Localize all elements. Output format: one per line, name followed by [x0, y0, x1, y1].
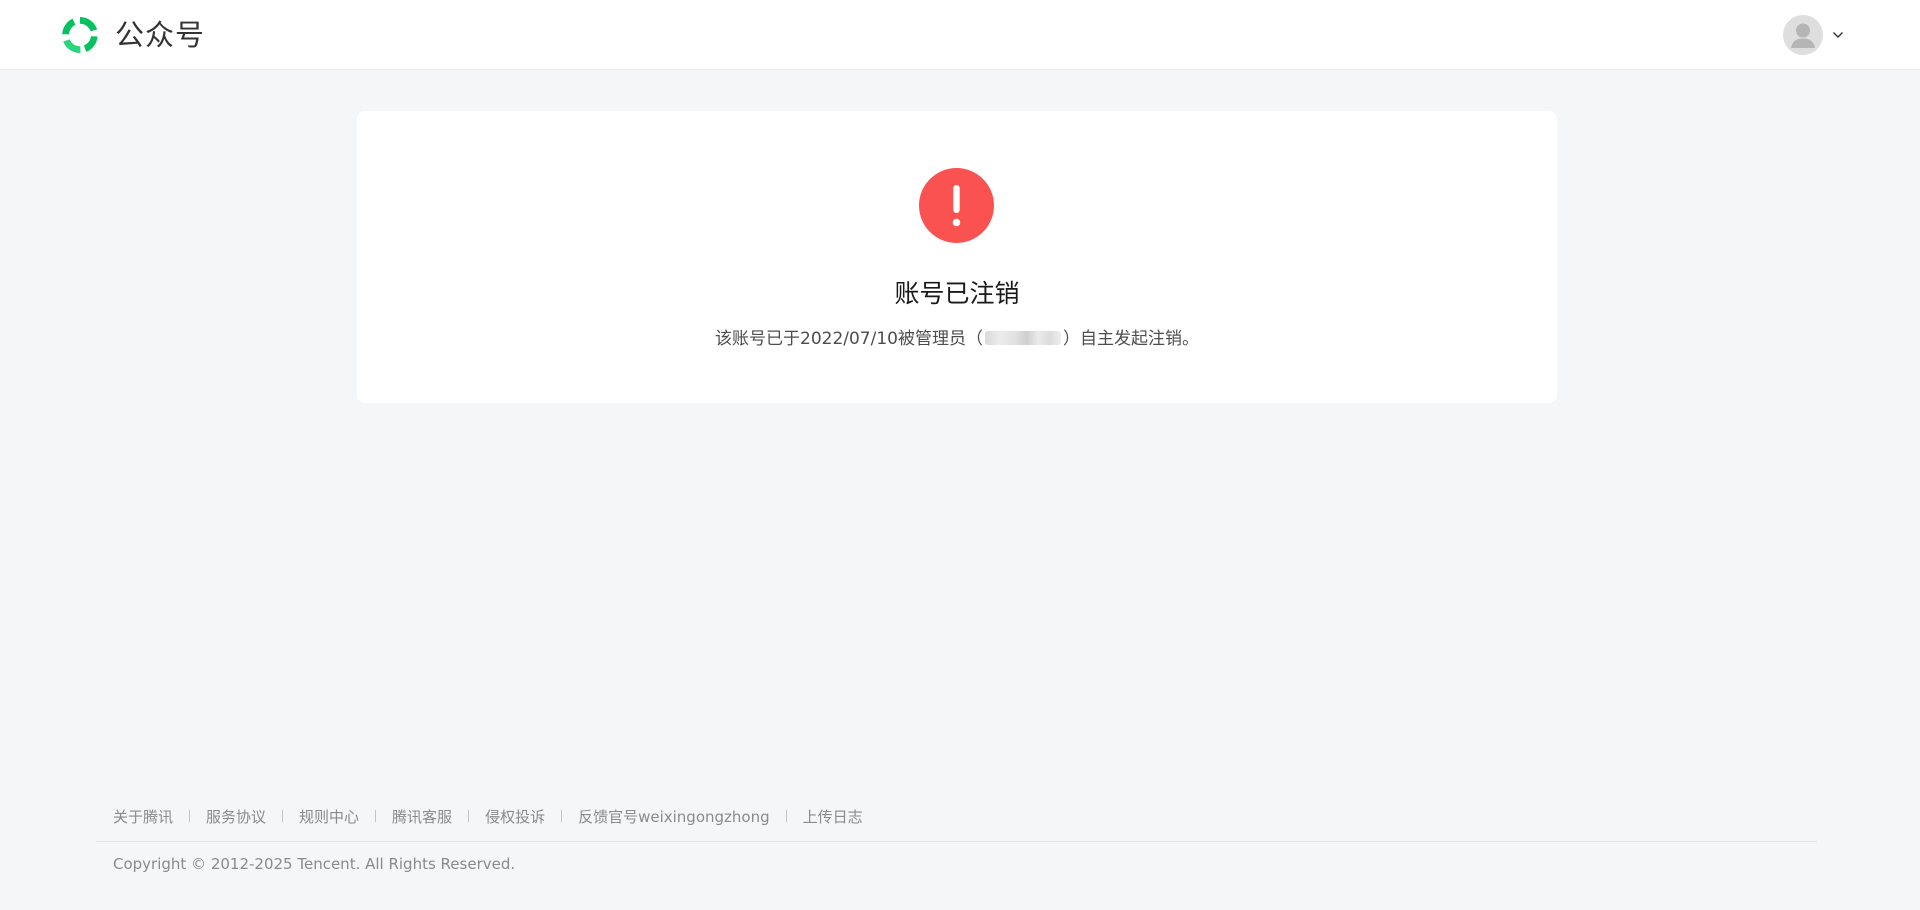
footer-link-customer-service[interactable]: 腾讯客服 [392, 806, 452, 827]
notice-desc-before: 该账号已于2022/07/10被管理员（ [715, 329, 983, 349]
footer-link-service-agreement[interactable]: 服务协议 [206, 806, 266, 827]
footer-link-rules-center[interactable]: 规则中心 [299, 806, 359, 827]
account-menu[interactable] [1783, 15, 1844, 55]
copyright: Copyright © 2012-2025 Tencent. All Right… [113, 855, 516, 873]
weixin-official-account-logo-icon [62, 16, 98, 54]
footer-link-about[interactable]: 关于腾讯 [113, 806, 173, 827]
footer-separator [282, 810, 284, 822]
brand-name: 公众号 [115, 18, 206, 52]
footer-links: 关于腾讯 服务协议 规则中心 腾讯客服 侵权投诉 反馈官号weixingongz… [113, 804, 863, 828]
masked-admin-name [984, 331, 1061, 345]
footer-divider [96, 841, 1817, 842]
notice-title: 账号已注销 [894, 279, 1020, 308]
footer-separator [785, 810, 787, 822]
footer-link-feedback[interactable]: 反馈官号weixingongzhong [578, 806, 770, 827]
user-avatar-icon[interactable] [1783, 15, 1823, 55]
notice-desc-after: ）自主发起注销。 [1062, 329, 1199, 349]
footer-link-upload-log[interactable]: 上传日志 [803, 806, 863, 827]
footer-separator [189, 810, 191, 822]
brand[interactable]: 公众号 [59, 14, 205, 56]
footer-separator [468, 810, 470, 822]
exclamation-icon [919, 168, 994, 243]
chevron-down-icon[interactable] [1832, 31, 1844, 39]
footer-separator [375, 810, 377, 822]
top-header: 公众号 [0, 0, 1920, 70]
footer-link-infringement[interactable]: 侵权投诉 [485, 806, 545, 827]
notice-description: 该账号已于2022/07/10被管理员（ ）自主发起注销。 [357, 326, 1557, 352]
footer-separator [561, 810, 563, 822]
account-status-card: 账号已注销 该账号已于2022/07/10被管理员（ ）自主发起注销。 [357, 111, 1557, 403]
